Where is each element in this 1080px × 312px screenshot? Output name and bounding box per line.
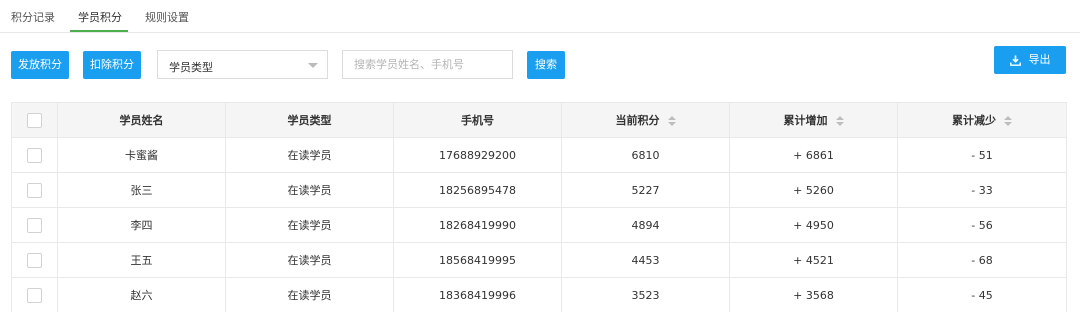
table-row: 卡蜜酱 在读学员 17688929200 6810 + 6861 - 51 (11, 137, 1067, 173)
select-all-checkbox[interactable] (27, 112, 42, 128)
header-current-points[interactable]: 当前积分 (561, 102, 730, 138)
cell-student-name: 赵六 (57, 277, 226, 312)
tab-points-records[interactable]: 积分记录 (11, 9, 55, 25)
cell-phone: 18256895478 (393, 172, 562, 208)
header-student-name: 学员姓名 (57, 102, 226, 138)
sort-icon[interactable] (1004, 116, 1012, 126)
cell-current-points: 4894 (561, 207, 730, 243)
header-total-deducted[interactable]: 累计减少 (897, 102, 1067, 138)
row-checkbox[interactable] (27, 252, 42, 268)
cell-student-name: 卡蜜酱 (57, 137, 226, 173)
cell-current-points: 3523 (561, 277, 730, 312)
header-total-added[interactable]: 累计增加 (729, 102, 898, 138)
cell-total-deducted: - 33 (897, 172, 1067, 208)
table-header-row: 学员姓名 学员类型 手机号 当前积分 累计增加 累计减少 (11, 102, 1067, 138)
tab-student-points[interactable]: 学员积分 (78, 9, 122, 25)
cell-total-added: + 5260 (729, 172, 898, 208)
cell-student-type: 在读学员 (225, 242, 394, 278)
tab-rule-settings[interactable]: 规则设置 (145, 9, 189, 25)
cell-student-name: 李四 (57, 207, 226, 243)
header-phone: 手机号 (393, 102, 562, 138)
row-checkbox-cell (11, 277, 58, 312)
download-icon (1009, 55, 1021, 66)
row-checkbox-cell (11, 172, 58, 208)
header-checkbox-cell (11, 102, 58, 138)
cell-current-points: 5227 (561, 172, 730, 208)
chevron-down-icon (308, 63, 318, 68)
table-row: 赵六 在读学员 18368419996 3523 + 3568 - 45 (11, 277, 1067, 312)
student-type-select[interactable]: 学员类型 (157, 50, 328, 79)
sort-icon[interactable] (835, 116, 844, 126)
table-row: 张三 在读学员 18256895478 5227 + 5260 - 33 (11, 172, 1067, 208)
header-current-points-label: 当前积分 (615, 114, 660, 127)
row-checkbox-cell (11, 207, 58, 243)
cell-total-deducted: - 45 (897, 277, 1067, 312)
search-input[interactable] (342, 50, 513, 79)
row-checkbox[interactable] (27, 147, 42, 163)
issue-points-button[interactable]: 发放积分 (11, 51, 69, 79)
cell-total-added: + 3568 (729, 277, 898, 312)
cell-phone: 18568419995 (393, 242, 562, 278)
row-checkbox-cell (11, 137, 58, 173)
cell-student-type: 在读学员 (225, 137, 394, 173)
sort-icon[interactable] (667, 116, 676, 126)
cell-phone: 18268419990 (393, 207, 562, 243)
cell-total-added: + 6861 (729, 137, 898, 173)
cell-current-points: 4453 (561, 242, 730, 278)
active-tab-indicator (70, 30, 128, 32)
cell-student-type: 在读学员 (225, 172, 394, 208)
table-row: 李四 在读学员 18268419990 4894 + 4950 - 56 (11, 207, 1067, 243)
cell-phone: 18368419996 (393, 277, 562, 312)
cell-phone: 17688929200 (393, 137, 562, 173)
table-row: 王五 在读学员 18568419995 4453 + 4521 - 68 (11, 242, 1067, 278)
tab-bar: 积分记录 学员积分 规则设置 (0, 0, 1080, 33)
cell-total-added: + 4950 (729, 207, 898, 243)
deduct-points-button[interactable]: 扣除积分 (83, 51, 141, 79)
export-button[interactable]: 导出 (994, 46, 1066, 74)
row-checkbox[interactable] (27, 287, 42, 303)
row-checkbox[interactable] (27, 182, 42, 198)
cell-total-added: + 4521 (729, 242, 898, 278)
export-label: 导出 (1028, 53, 1051, 66)
cell-total-deducted: - 68 (897, 242, 1067, 278)
row-checkbox[interactable] (27, 217, 42, 233)
cell-student-name: 张三 (57, 172, 226, 208)
cell-student-name: 王五 (57, 242, 226, 278)
student-points-table: 学员姓名 学员类型 手机号 当前积分 累计增加 累计减少 卡蜜酱 在读学员 17… (11, 102, 1067, 312)
cell-total-deducted: - 56 (897, 207, 1067, 243)
cell-current-points: 6810 (561, 137, 730, 173)
cell-student-type: 在读学员 (225, 277, 394, 312)
header-student-type: 学员类型 (225, 102, 394, 138)
header-total-deducted-label: 累计减少 (952, 114, 996, 127)
student-type-select-value: 学员类型 (169, 61, 213, 74)
header-total-added-label: 累计增加 (783, 114, 828, 127)
row-checkbox-cell (11, 242, 58, 278)
cell-total-deducted: - 51 (897, 137, 1067, 173)
search-button[interactable]: 搜索 (527, 51, 565, 79)
cell-student-type: 在读学员 (225, 207, 394, 243)
